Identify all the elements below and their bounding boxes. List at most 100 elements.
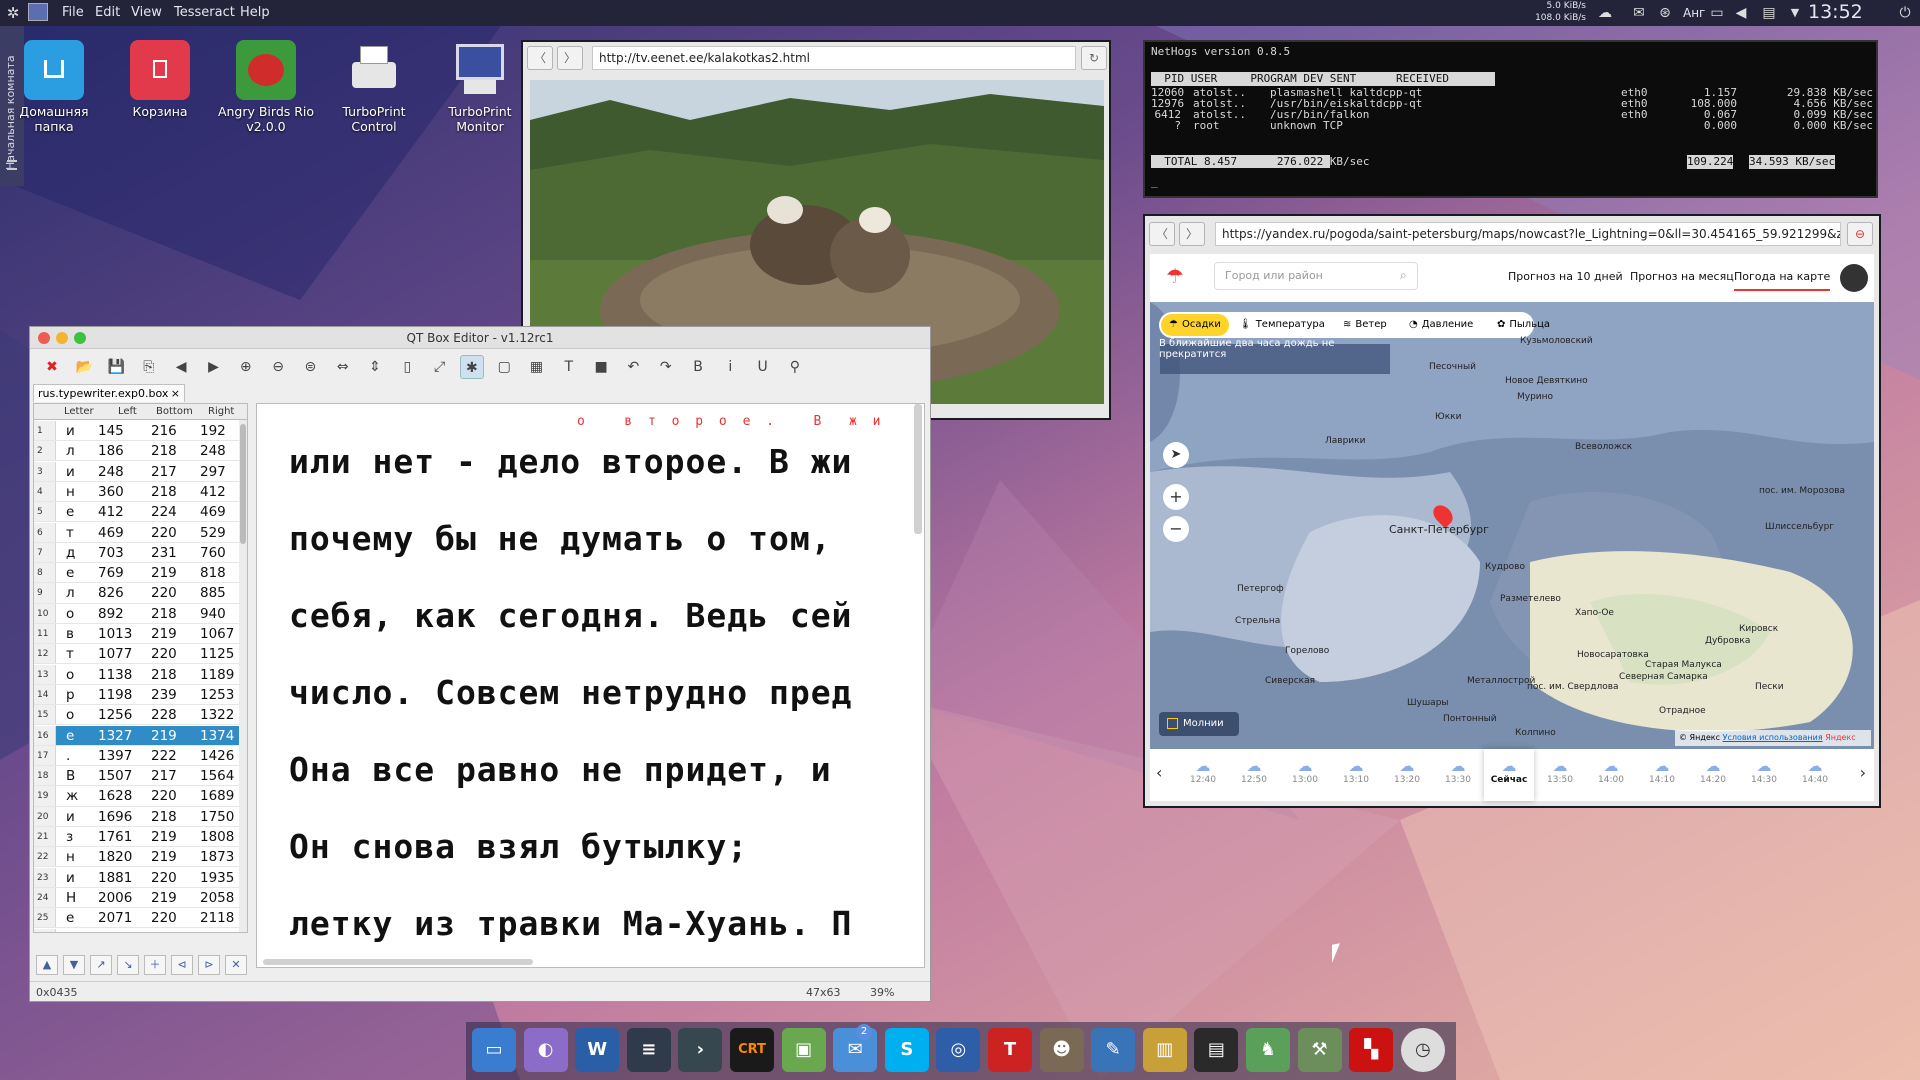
table-cell[interactable]: 469	[200, 504, 226, 520]
delete-icon[interactable]: ✕	[225, 955, 247, 975]
table-cell[interactable]: 1013	[98, 626, 132, 642]
maximize-icon[interactable]	[74, 332, 86, 344]
timeline-step[interactable]: ☁ 13:20	[1382, 749, 1432, 801]
table-cell[interactable]: 224	[151, 504, 177, 520]
table-cell[interactable]: т	[66, 646, 74, 662]
table-cell[interactable]: 192	[200, 423, 226, 439]
timeline-step[interactable]: ☁ 13:10	[1331, 749, 1381, 801]
zoom-out-icon[interactable]: ⊖	[266, 355, 290, 379]
reload-button[interactable]: ↻	[1081, 46, 1107, 70]
zoom-in-button[interactable]: +	[1163, 484, 1189, 510]
table-cell[interactable]: т	[66, 931, 74, 933]
table-cell[interactable]: 219	[151, 829, 177, 845]
table-cell[interactable]: 529	[200, 525, 226, 541]
zoom-height-icon[interactable]: ⇕	[363, 355, 387, 379]
files-icon[interactable]: ▭	[472, 1028, 516, 1072]
table-cell[interactable]: 248	[200, 443, 226, 459]
table-cell[interactable]: 1077	[98, 646, 132, 662]
table-cell[interactable]: 1750	[200, 809, 234, 825]
table-cell[interactable]: 218	[151, 606, 177, 622]
table-row[interactable]: 26 т 2131 222 2179	[34, 928, 240, 933]
url-bar[interactable]: http://tv.eenet.ee/kalakotkas2.html	[592, 46, 1076, 70]
table-cell[interactable]: 217	[151, 768, 177, 784]
layer-tab-4[interactable]: ✿ Пыльца	[1489, 314, 1558, 336]
table-cell[interactable]: о	[66, 606, 74, 622]
close-icon[interactable]	[38, 332, 50, 344]
table-cell[interactable]: В	[66, 768, 75, 784]
table-cell[interactable]: и	[66, 464, 75, 480]
crt-icon[interactable]: CRT	[730, 1028, 774, 1072]
tab-box-file[interactable]: rus.typewriter.exp0.box ×	[33, 384, 185, 402]
underline-icon[interactable]: U	[751, 355, 775, 379]
typora-icon[interactable]: T	[988, 1028, 1032, 1072]
table-row[interactable]: 1 и 145 216 192	[34, 421, 240, 442]
desktop-icon-turboprint-monitor[interactable]: TurboPrint Monitor	[428, 40, 532, 134]
table-cell[interactable]: 826	[98, 585, 124, 601]
box-icon[interactable]: ▢	[492, 355, 516, 379]
table-row[interactable]: 7 д 703 231 760	[34, 542, 240, 563]
table-cell[interactable]: 220	[151, 525, 177, 541]
terminal-icon[interactable]: ›	[678, 1028, 723, 1072]
table-row[interactable]: 23 и 1881 220 1935	[34, 867, 240, 888]
timeline-step[interactable]: ☁ 13:30	[1433, 749, 1483, 801]
menu-file[interactable]: File	[62, 5, 84, 20]
table-cell[interactable]: 239	[151, 687, 177, 703]
table-cell[interactable]: 219	[151, 626, 177, 642]
table-cell[interactable]: 940	[200, 606, 226, 622]
table-cell[interactable]: 1198	[98, 687, 132, 703]
table-cell[interactable]: 360	[98, 484, 124, 500]
table-cell[interactable]: 1322	[200, 707, 234, 723]
box-table[interactable]: Letter Left Bottom Right 1 и 145 216 192 2 л 18…	[33, 403, 248, 933]
layer-tab-3[interactable]: ◔ Давление	[1401, 314, 1481, 336]
table-row[interactable]: 14 р 1198 239 1253	[34, 684, 240, 706]
image-canvas[interactable]: о в т о р о е . В ж и или нет - дело вто…	[256, 403, 925, 968]
zoom-page-icon[interactable]: ▯	[395, 355, 419, 379]
split-icon[interactable]: ↗	[90, 955, 112, 975]
image-viewer-icon[interactable]: ▣	[781, 1028, 826, 1072]
table-cell[interactable]: 1881	[98, 870, 132, 886]
table-row[interactable]: 25 е 2071 220 2118	[34, 908, 240, 929]
grid-icon[interactable]: ▦	[525, 355, 549, 379]
menu-help[interactable]: Help	[240, 5, 270, 20]
table-cell[interactable]: е	[66, 910, 74, 926]
timeline-next-icon[interactable]: ›	[1860, 763, 1866, 782]
table-cell[interactable]: 1327	[98, 728, 132, 744]
table-cell[interactable]: л	[66, 443, 75, 459]
table-cell[interactable]: 222	[151, 748, 177, 764]
bold-icon[interactable]: B	[686, 355, 710, 379]
elephant-icon[interactable]: ♞	[1246, 1028, 1290, 1072]
table-row[interactable]: 19 ж 1628 220 1689	[34, 786, 240, 807]
move-down-icon[interactable]: ▼	[63, 955, 85, 975]
table-row[interactable]: 16 е 1327 219 1374	[34, 725, 240, 746]
table-row[interactable]: 6 т 469 220 529	[34, 522, 240, 543]
forward-button[interactable]: 〉	[557, 46, 583, 70]
table-cell[interactable]: ж	[66, 788, 78, 804]
inkscape-icon[interactable]: ✎	[1091, 1028, 1136, 1072]
table-cell[interactable]: 145	[98, 423, 124, 439]
table-cell[interactable]: 1256	[98, 707, 132, 723]
zoom-width-icon[interactable]: ⇔	[331, 355, 355, 379]
table-cell[interactable]: и	[66, 870, 75, 886]
clipboard-icon[interactable]: ▤	[1760, 4, 1778, 22]
binoculars-icon[interactable]: ⚲	[783, 355, 807, 379]
table-cell[interactable]: Н	[66, 890, 76, 906]
volume-icon[interactable]: ◀	[1732, 4, 1750, 22]
table-cell[interactable]: 1808	[200, 829, 234, 845]
desktop-icon-home[interactable]: Домашняя папка	[2, 40, 106, 134]
vpn-icon[interactable]: ⊛	[1656, 4, 1674, 22]
table-cell[interactable]: 769	[98, 565, 124, 581]
undo-back-icon[interactable]: ◀	[169, 355, 193, 379]
keyboard-layout[interactable]: Анг	[1683, 6, 1705, 20]
open-file-icon[interactable]: 📂	[72, 355, 96, 379]
table-row[interactable]: 20 и 1696 218 1750	[34, 806, 240, 827]
qt-box-editor-window[interactable]: QT Box Editor - v1.12rc1 ✖ 📂 💾 ⎘ ◀ ▶ ⊕ ⊖ ⊜ ⇔ ⇕ ▯ ⤢ ✱ ▢…	[29, 326, 931, 1002]
display-icon[interactable]: ▭	[1708, 4, 1726, 22]
table-cell[interactable]: 218	[151, 484, 177, 500]
stop-button[interactable]: ⊖	[1847, 222, 1873, 246]
merge-icon[interactable]: ↘	[117, 955, 139, 975]
lightning-toggle[interactable]: Молнии	[1159, 712, 1239, 736]
tab-close-icon[interactable]: ×	[171, 385, 180, 402]
mail-icon[interactable]: ✉	[1630, 4, 1648, 22]
table-cell[interactable]: р	[66, 687, 75, 703]
table-cell[interactable]: 1628	[98, 788, 132, 804]
